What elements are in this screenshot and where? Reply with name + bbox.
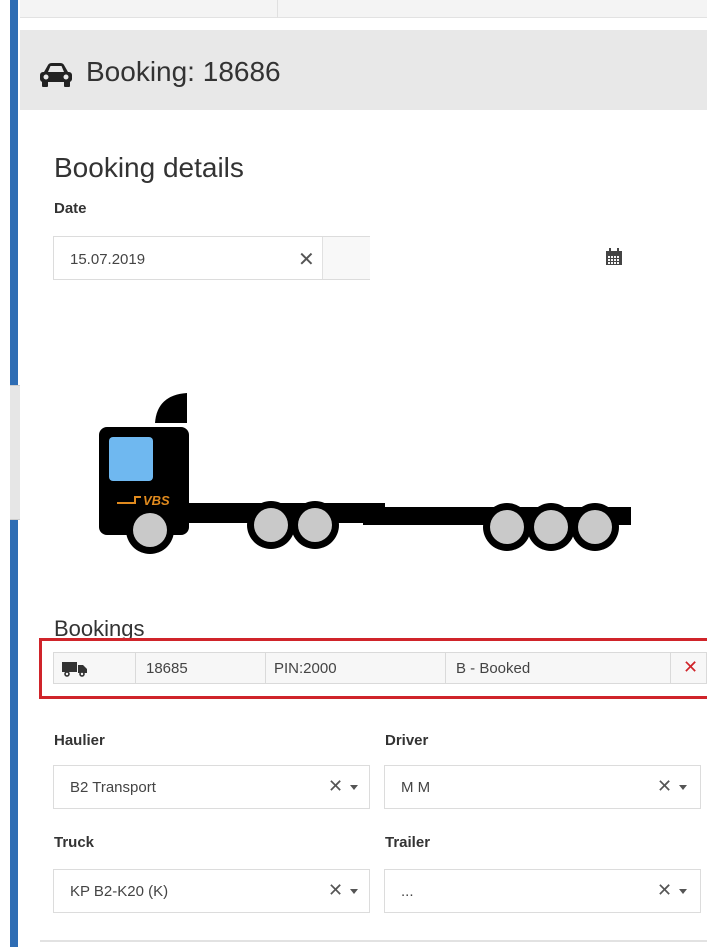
haulier-value: B2 Transport — [70, 779, 156, 796]
date-input[interactable]: 15.07.2019 — [70, 251, 145, 268]
calendar-button[interactable] — [322, 237, 622, 279]
date-picker[interactable]: 15.07.2019 ✕ — [53, 236, 622, 280]
truck-illustration: VBS — [99, 393, 631, 554]
clear-date-icon[interactable]: ✕ — [298, 247, 315, 272]
driver-value: M M — [401, 779, 431, 796]
vbs-logo: VBS — [143, 493, 170, 508]
top-tab-strip — [20, 0, 707, 18]
delete-icon[interactable]: ✕ — [683, 657, 698, 678]
chevron-down-icon[interactable] — [350, 889, 358, 894]
haulier-select[interactable]: B2 Transport ✕ — [53, 765, 370, 809]
truck-icon — [62, 662, 87, 677]
booking-pin-cell: PIN:2000 — [266, 653, 446, 683]
trailer-value: ... — [401, 883, 414, 900]
sidebar-collapse-tab[interactable] — [10, 385, 20, 520]
left-rail — [0, 0, 20, 947]
booking-type-cell — [54, 653, 136, 683]
booking-id-cell: 18685 — [136, 653, 266, 683]
page-title: Booking: 18686 — [86, 56, 281, 87]
driver-select[interactable]: M M ✕ — [384, 765, 701, 809]
chevron-down-icon[interactable] — [679, 785, 687, 790]
car-icon — [40, 63, 72, 87]
chevron-down-icon[interactable] — [350, 785, 358, 790]
truck-value: KP B2-K20 (K) — [70, 883, 169, 900]
driver-label: Driver — [385, 732, 429, 749]
booking-status-cell: B - Booked — [446, 653, 671, 683]
clear-driver-icon[interactable]: ✕ — [657, 776, 672, 797]
chevron-down-icon[interactable] — [679, 889, 687, 894]
clear-trailer-icon[interactable]: ✕ — [657, 880, 672, 901]
top-tab[interactable] — [48, 0, 278, 18]
trailer-label: Trailer — [385, 834, 431, 851]
section-title: Booking details — [54, 152, 244, 183]
truck-select[interactable]: KP B2-K20 (K) ✕ — [53, 869, 370, 913]
trailer-select[interactable]: ... ✕ — [384, 869, 701, 913]
clear-haulier-icon[interactable]: ✕ — [328, 776, 343, 797]
date-label: Date — [54, 200, 87, 217]
calendar-icon — [606, 248, 622, 265]
truck-label: Truck — [54, 834, 95, 851]
divider — [40, 940, 707, 942]
booking-row[interactable]: 18685 PIN:2000 B - Booked ✕ — [53, 652, 707, 684]
haulier-label: Haulier — [54, 732, 105, 749]
page-header: Booking: 18686 — [20, 30, 707, 110]
clear-truck-icon[interactable]: ✕ — [328, 880, 343, 901]
delete-booking-button[interactable]: ✕ — [671, 653, 707, 683]
